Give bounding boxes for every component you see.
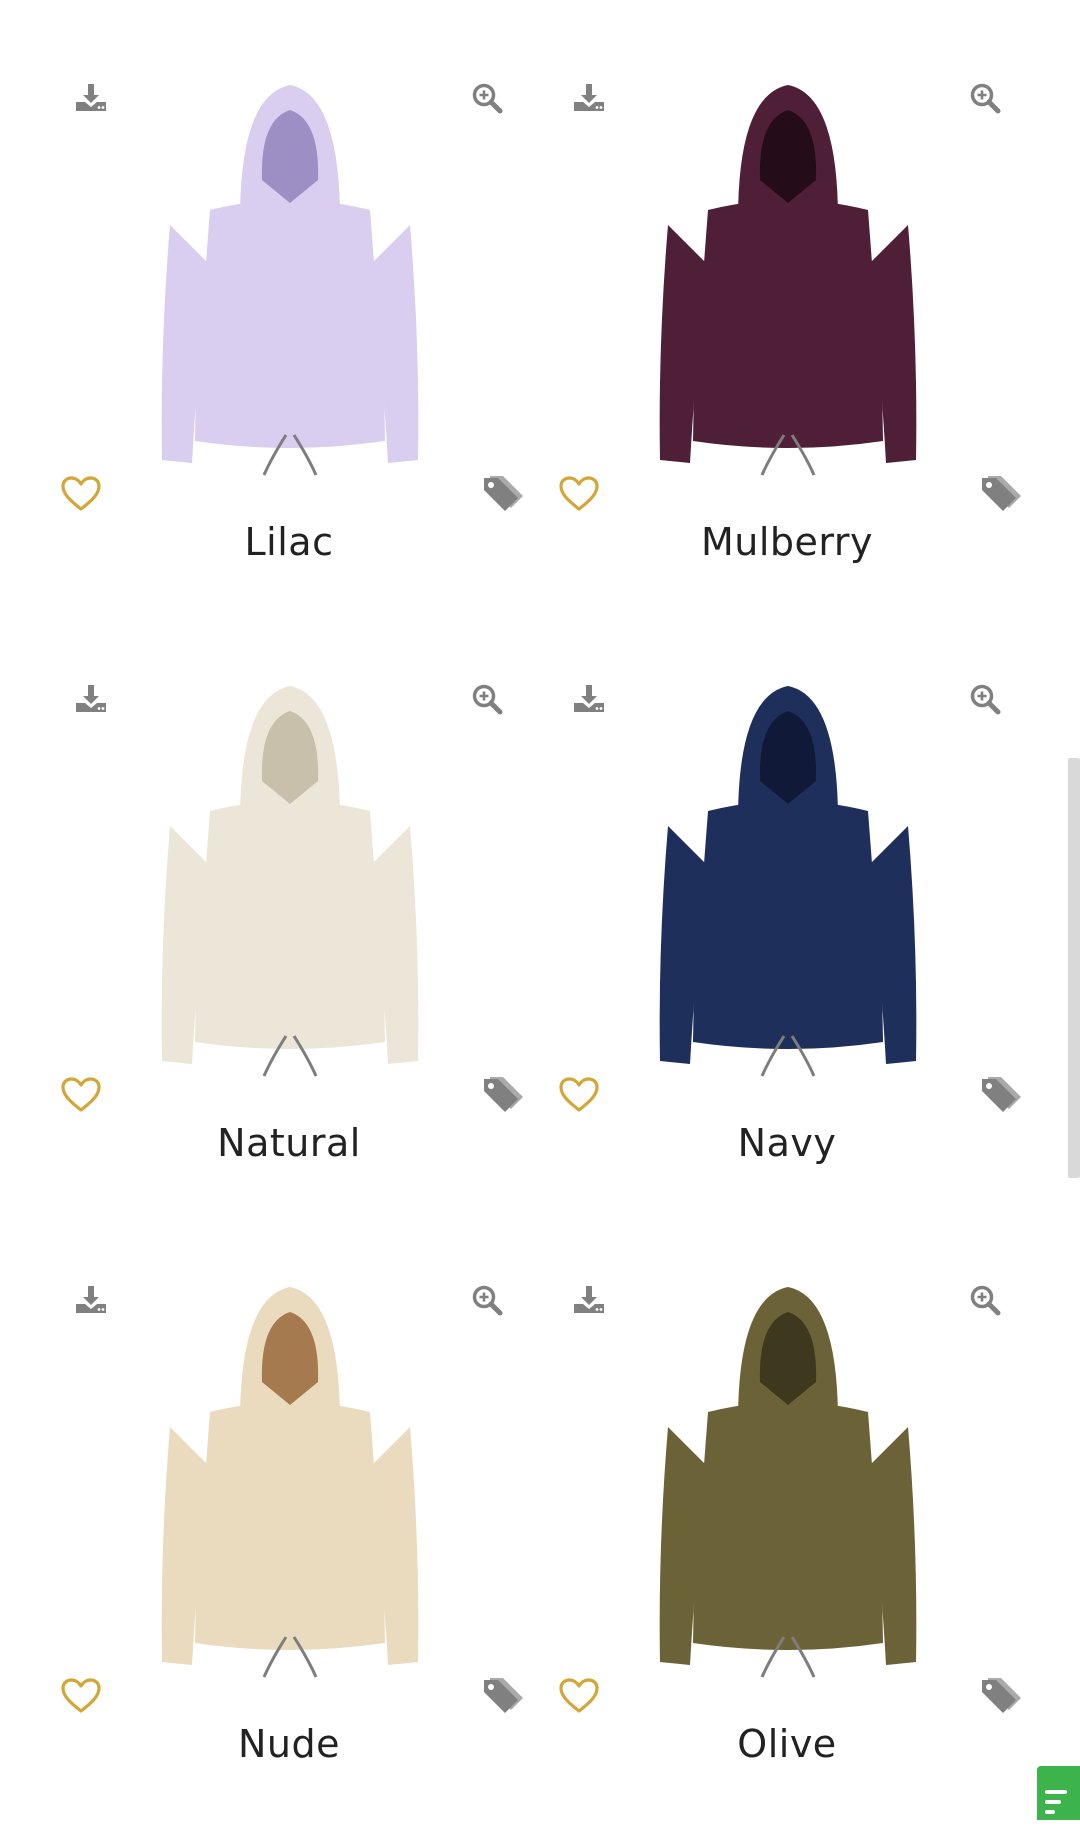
chat-icon — [1045, 1790, 1067, 1820]
product-image[interactable] — [140, 666, 440, 1086]
heart-outline-icon[interactable] — [60, 475, 102, 513]
zoom-in-icon[interactable] — [969, 683, 1001, 715]
heart-outline-icon[interactable] — [60, 1076, 102, 1114]
tags-icon[interactable] — [480, 1074, 526, 1114]
product-card-mulberry[interactable]: Mulberry — [538, 45, 1036, 646]
heart-outline-icon[interactable] — [558, 1076, 600, 1114]
tags-icon[interactable] — [978, 1074, 1024, 1114]
product-name[interactable]: Navy — [538, 1121, 1036, 1165]
product-card-lilac[interactable]: Lilac — [40, 45, 538, 646]
product-name[interactable]: Lilac — [40, 520, 538, 564]
product-name[interactable]: Natural — [40, 1121, 538, 1165]
tags-icon[interactable] — [978, 1675, 1024, 1715]
product-card-olive[interactable]: Olive — [538, 1247, 1036, 1848]
scrollbar[interactable] — [1068, 758, 1080, 1178]
download-icon[interactable] — [74, 1284, 108, 1314]
download-icon[interactable] — [74, 683, 108, 713]
download-icon[interactable] — [74, 82, 108, 112]
zoom-in-icon[interactable] — [471, 1284, 503, 1316]
product-grid: Lilac Mulberry Natural Navy Nude Olive — [40, 45, 1036, 1848]
product-name[interactable]: Olive — [538, 1722, 1036, 1766]
product-card-nude[interactable]: Nude — [40, 1247, 538, 1848]
chat-button[interactable] — [1037, 1766, 1080, 1820]
zoom-in-icon[interactable] — [471, 82, 503, 114]
download-icon[interactable] — [572, 683, 606, 713]
product-image[interactable] — [140, 1267, 440, 1687]
heart-outline-icon[interactable] — [558, 475, 600, 513]
zoom-in-icon[interactable] — [471, 683, 503, 715]
product-name[interactable]: Mulberry — [538, 520, 1036, 564]
product-image[interactable] — [638, 1267, 938, 1687]
heart-outline-icon[interactable] — [558, 1677, 600, 1715]
product-image[interactable] — [638, 666, 938, 1086]
product-name[interactable]: Nude — [40, 1722, 538, 1766]
zoom-in-icon[interactable] — [969, 1284, 1001, 1316]
product-image[interactable] — [140, 65, 440, 485]
zoom-in-icon[interactable] — [969, 82, 1001, 114]
product-image[interactable] — [638, 65, 938, 485]
product-card-navy[interactable]: Navy — [538, 646, 1036, 1247]
tags-icon[interactable] — [480, 473, 526, 513]
download-icon[interactable] — [572, 1284, 606, 1314]
heart-outline-icon[interactable] — [60, 1677, 102, 1715]
tags-icon[interactable] — [978, 473, 1024, 513]
tags-icon[interactable] — [480, 1675, 526, 1715]
download-icon[interactable] — [572, 82, 606, 112]
product-card-natural[interactable]: Natural — [40, 646, 538, 1247]
